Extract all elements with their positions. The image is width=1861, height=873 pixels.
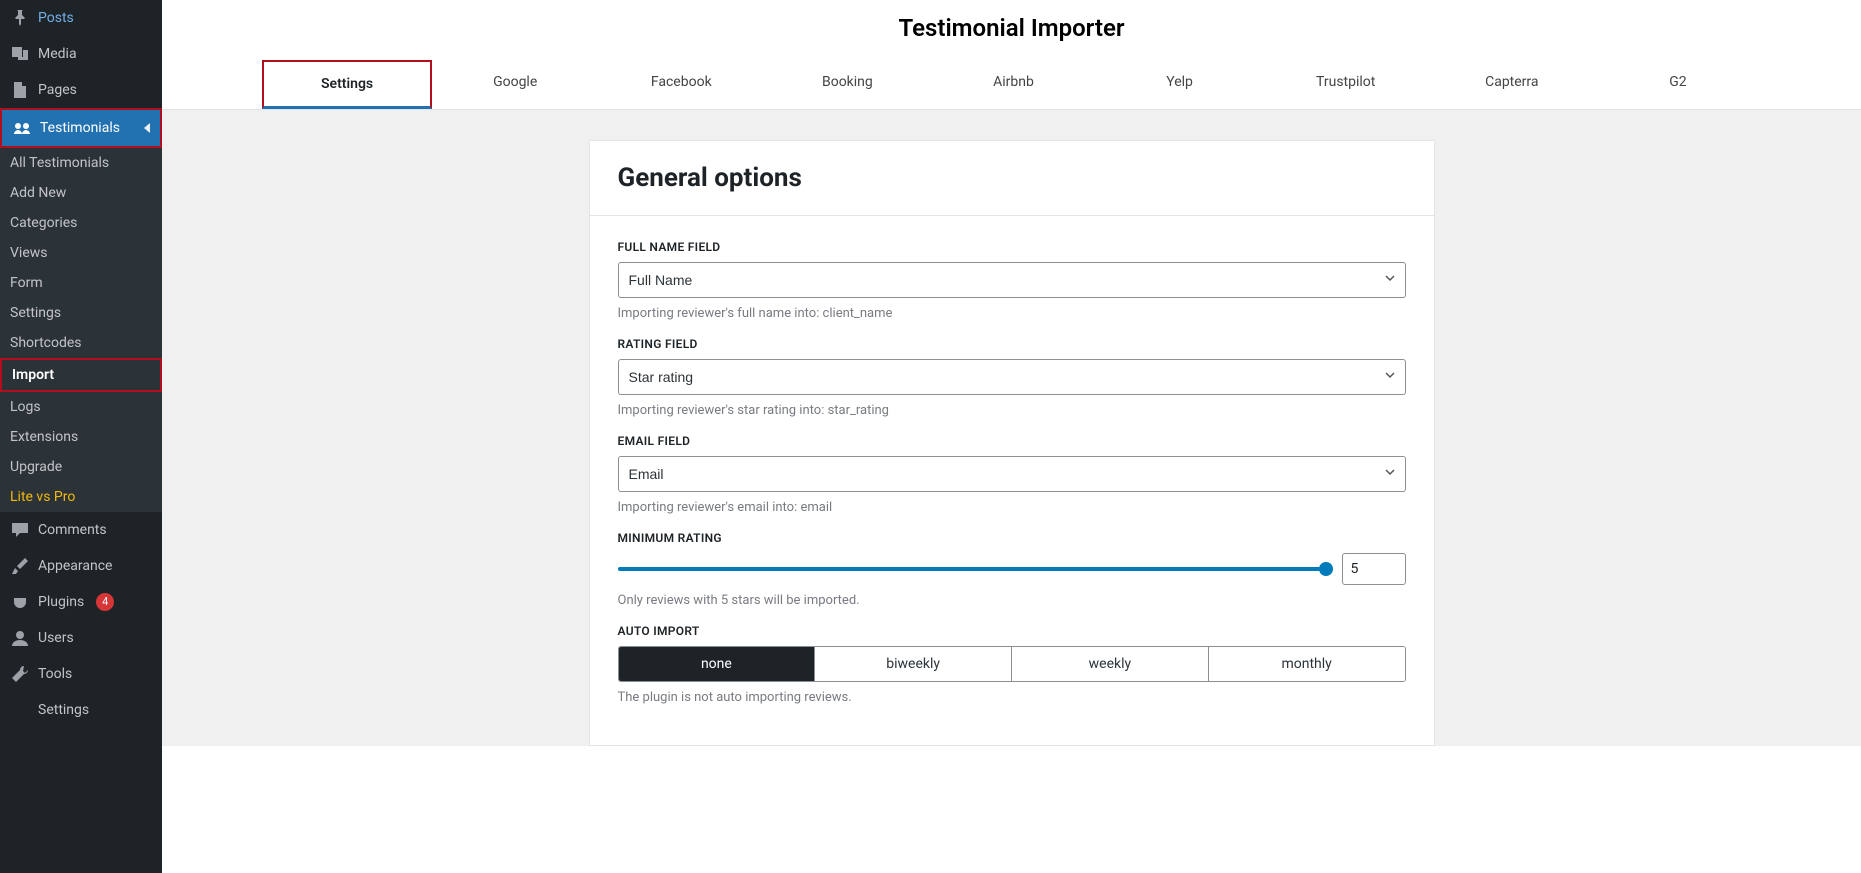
page-title: Testimonial Importer [162, 0, 1861, 60]
menu-tools[interactable]: Tools [0, 656, 162, 692]
field-email: EMAIL FIELD Importing reviewer's email i… [618, 434, 1406, 515]
menu-settings[interactable]: Settings [0, 692, 162, 728]
min-rating-value-box[interactable]: 5 [1342, 553, 1406, 585]
menu-label: Posts [38, 10, 74, 26]
admin-sidebar: Posts Media Pages Testimonials All Testi… [0, 0, 162, 873]
field-min-rating: MINIMUM RATING 5 Only reviews with 5 sta… [618, 531, 1406, 608]
pages-icon [10, 80, 30, 100]
field-rating: RATING FIELD Importing reviewer's star r… [618, 337, 1406, 418]
sub-settings[interactable]: Settings [0, 298, 162, 328]
media-icon [10, 44, 30, 64]
sub-logs[interactable]: Logs [0, 392, 162, 422]
menu-label: Testimonials [40, 120, 120, 136]
tab-booking[interactable]: Booking [764, 60, 930, 109]
testimonials-icon [12, 118, 32, 138]
seg-monthly[interactable]: monthly [1208, 647, 1405, 681]
menu-comments[interactable]: Comments [0, 512, 162, 548]
menu-label: Comments [38, 522, 107, 538]
min-rating-slider[interactable] [618, 567, 1326, 571]
sub-add-new[interactable]: Add New [0, 178, 162, 208]
sub-categories[interactable]: Categories [0, 208, 162, 238]
tab-capterra[interactable]: Capterra [1429, 60, 1595, 109]
menu-label: Plugins [38, 594, 84, 610]
plugins-badge: 4 [96, 593, 114, 611]
arrow-right-icon [144, 123, 150, 133]
seg-biweekly[interactable]: biweekly [814, 647, 1011, 681]
menu-label: Tools [38, 666, 72, 682]
sub-upgrade[interactable]: Upgrade [0, 452, 162, 482]
importer-tabs: Settings Google Facebook Booking Airbnb … [162, 60, 1861, 110]
tab-yelp[interactable]: Yelp [1097, 60, 1263, 109]
field-auto-import: AUTO IMPORT none biweekly weekly monthly… [618, 624, 1406, 705]
auto-import-helper: The plugin is not auto importing reviews… [618, 690, 1406, 705]
email-label: EMAIL FIELD [618, 434, 1406, 448]
pin-icon [10, 8, 30, 28]
wrench-icon [10, 664, 30, 684]
plug-icon [10, 592, 30, 612]
tab-google[interactable]: Google [432, 60, 598, 109]
testimonials-submenu: All Testimonials Add New Categories View… [0, 148, 162, 512]
tab-g2[interactable]: G2 [1595, 60, 1761, 109]
full-name-label: FULL NAME FIELD [618, 240, 1406, 254]
menu-pages[interactable]: Pages [0, 72, 162, 108]
rating-label: RATING FIELD [618, 337, 1406, 351]
tab-airbnb[interactable]: Airbnb [930, 60, 1096, 109]
menu-users[interactable]: Users [0, 620, 162, 656]
email-select[interactable] [618, 456, 1406, 492]
menu-appearance[interactable]: Appearance [0, 548, 162, 584]
slider-thumb[interactable] [1319, 562, 1333, 576]
menu-posts[interactable]: Posts [0, 0, 162, 36]
menu-plugins[interactable]: Plugins 4 [0, 584, 162, 620]
panel-header: General options [590, 141, 1434, 216]
sub-views[interactable]: Views [0, 238, 162, 268]
sub-all-testimonials[interactable]: All Testimonials [0, 148, 162, 178]
email-helper: Importing reviewer's email into: email [618, 500, 1406, 515]
min-rating-value: 5 [1351, 561, 1359, 577]
field-full-name: FULL NAME FIELD Importing reviewer's ful… [618, 240, 1406, 321]
menu-testimonials[interactable]: Testimonials [0, 108, 162, 148]
main-content: Testimonial Importer Settings Google Fac… [162, 0, 1861, 873]
comment-icon [10, 520, 30, 540]
general-options-panel: General options FULL NAME FIELD Importin… [589, 140, 1435, 746]
full-name-helper: Importing reviewer's full name into: cli… [618, 306, 1406, 321]
menu-label: Pages [38, 82, 77, 98]
min-rating-label: MINIMUM RATING [618, 531, 1406, 545]
user-icon [10, 628, 30, 648]
brush-icon [10, 556, 30, 576]
seg-none[interactable]: none [619, 647, 815, 681]
menu-label: Settings [38, 702, 89, 718]
sub-lite-vs-pro[interactable]: Lite vs Pro [0, 482, 162, 512]
min-rating-helper: Only reviews with 5 stars will be import… [618, 593, 1406, 608]
sub-shortcodes[interactable]: Shortcodes [0, 328, 162, 358]
sub-import[interactable]: Import [0, 358, 162, 392]
rating-select[interactable] [618, 359, 1406, 395]
settings-icon [10, 700, 30, 720]
menu-label: Media [38, 46, 77, 62]
tab-facebook[interactable]: Facebook [598, 60, 764, 109]
menu-label: Appearance [38, 558, 112, 574]
rating-helper: Importing reviewer's star rating into: s… [618, 403, 1406, 418]
auto-import-segmented: none biweekly weekly monthly [618, 646, 1406, 682]
sub-extensions[interactable]: Extensions [0, 422, 162, 452]
menu-label: Users [38, 630, 74, 646]
sub-form[interactable]: Form [0, 268, 162, 298]
full-name-select[interactable] [618, 262, 1406, 298]
auto-import-label: AUTO IMPORT [618, 624, 1406, 638]
seg-weekly[interactable]: weekly [1011, 647, 1208, 681]
tab-settings[interactable]: Settings [262, 60, 432, 109]
menu-media[interactable]: Media [0, 36, 162, 72]
tab-trustpilot[interactable]: Trustpilot [1263, 60, 1429, 109]
